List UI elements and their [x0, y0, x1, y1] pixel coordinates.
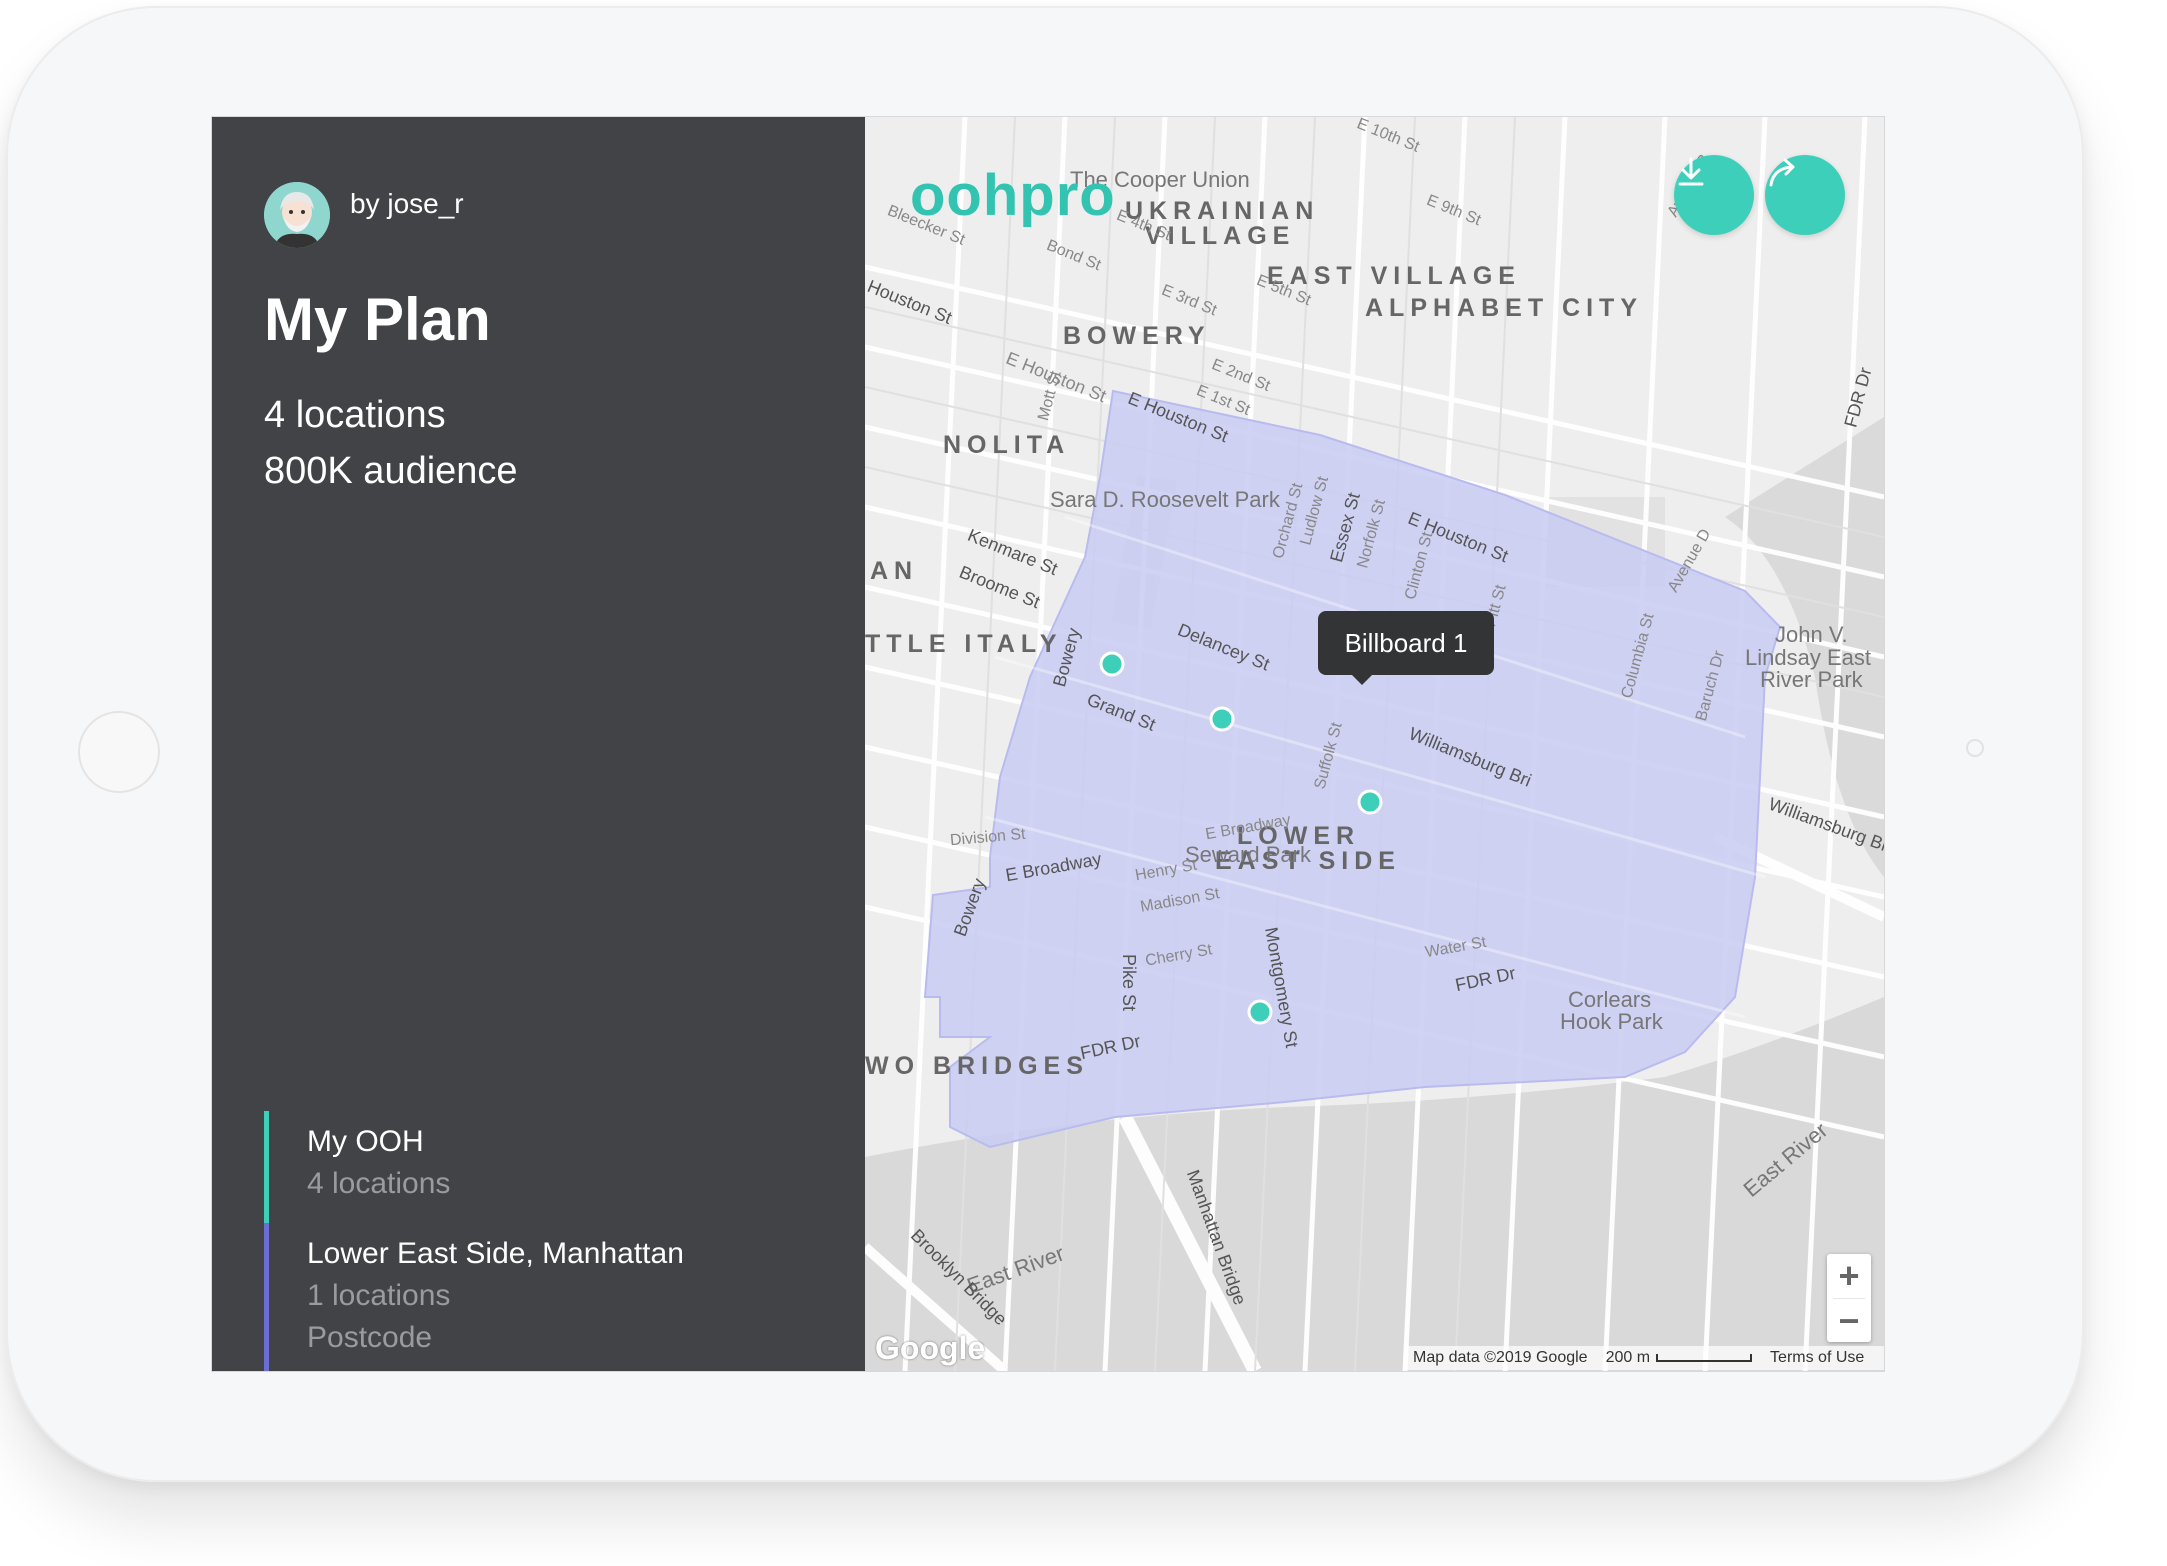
area-label: TTLE ITALY	[865, 630, 1063, 658]
avatar-illustration	[264, 182, 330, 248]
place-label: River Park	[1760, 667, 1863, 692]
layer-subtitle: 1 locations	[307, 1279, 451, 1312]
zoom-out-button[interactable]: −	[1827, 1299, 1871, 1343]
layer-title: Lower East Side, Manhattan	[307, 1237, 684, 1270]
street-label: Pike St	[1119, 953, 1140, 1012]
scale-bar	[1656, 1354, 1753, 1362]
download-button[interactable]	[1674, 155, 1754, 235]
place-label: Seward Park	[1185, 842, 1311, 867]
audience-count: 800K audience	[264, 450, 518, 492]
place-label: Hook Park	[1560, 1009, 1663, 1034]
map-data-text: Map data ©2019 Google	[1413, 1349, 1588, 1366]
area-label: NOLITA	[943, 431, 1071, 459]
terms-link[interactable]: Terms of Use	[1770, 1349, 1864, 1367]
layer-my-ooh[interactable]: My OOH 4 locations	[264, 1111, 450, 1223]
map-attribution: Map data ©2019 Google 200 m Terms of Use	[1405, 1346, 1884, 1370]
area-label: WO BRIDGES	[865, 1052, 1089, 1080]
share-button[interactable]	[1765, 155, 1845, 235]
area-label: BOWERY	[1063, 322, 1211, 350]
share-icon	[1769, 158, 1795, 187]
locations-count: 4 locations	[264, 394, 446, 436]
layer-subtitle: 4 locations	[307, 1167, 451, 1200]
zoom-controls: + −	[1827, 1254, 1871, 1342]
place-label: Sara D. Roosevelt Park	[1050, 487, 1280, 512]
map-view[interactable]: UKRAINIAN VILLAGE EAST VILLAGE ALPHABET …	[865, 117, 1884, 1371]
layer-color-bar	[264, 1111, 269, 1223]
oohpro-logo[interactable]: oohpro	[910, 162, 1116, 229]
download-icon	[1678, 157, 1704, 186]
author-row: by jose_r	[264, 182, 464, 248]
home-button	[78, 711, 160, 793]
plan-sidebar: by jose_r My Plan 4 locations 800K audie…	[212, 117, 865, 1371]
plan-title: My Plan	[264, 286, 491, 353]
layer-color-bar	[264, 1223, 269, 1371]
layer-title: My OOH	[307, 1125, 424, 1158]
author-name: by jose_r	[350, 188, 464, 219]
area-label: AN	[870, 557, 919, 585]
avatar[interactable]	[264, 182, 330, 248]
app-screen: by jose_r My Plan 4 locations 800K audie…	[212, 117, 1884, 1371]
zoom-in-button[interactable]: +	[1827, 1254, 1871, 1298]
layer-subtitle: Postcode	[307, 1321, 433, 1354]
camera-dot	[1966, 739, 1984, 757]
google-logo: Google	[875, 1330, 986, 1366]
marker-tooltip: Billboard 1	[1318, 611, 1494, 685]
area-label: ALPHABET CITY	[1365, 294, 1643, 322]
plan-stats: 4 locations 800K audience	[264, 387, 518, 499]
area-label: EAST VILLAGE	[1267, 262, 1521, 290]
scale-text: 200 m	[1605, 1349, 1651, 1366]
layer-lower-east-side[interactable]: Lower East Side, Manhattan 1 locations P…	[264, 1223, 684, 1371]
